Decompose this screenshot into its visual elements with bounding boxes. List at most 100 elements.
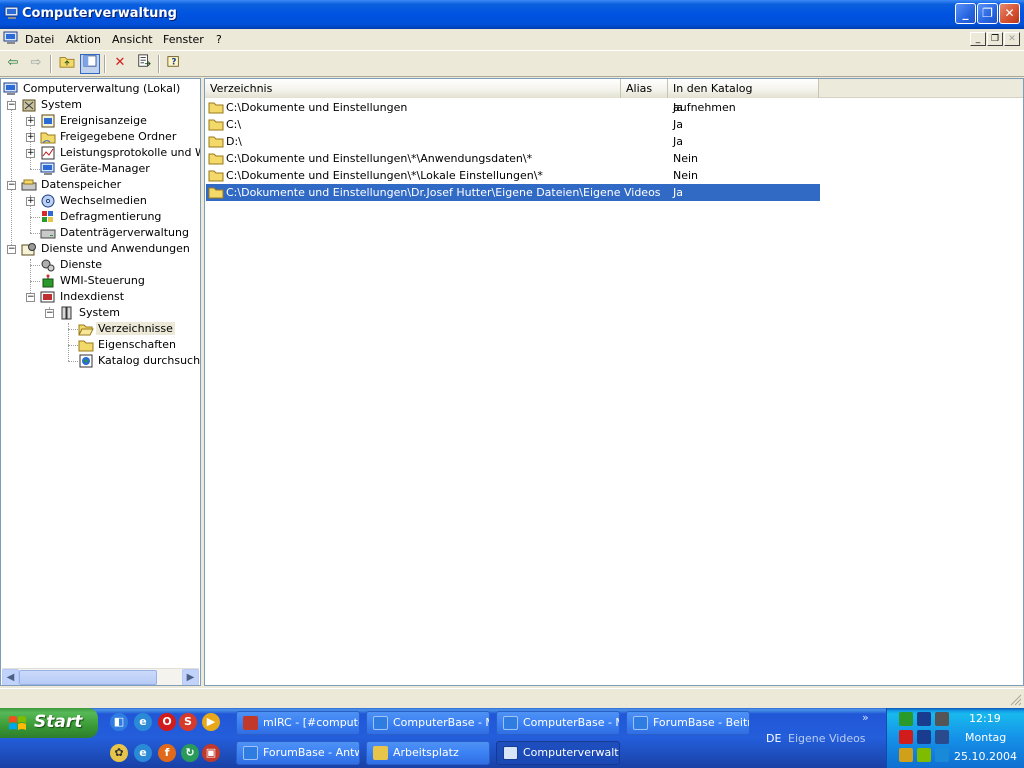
tree-label: Dienste — [60, 258, 103, 271]
clock-time[interactable]: 12:19 — [969, 712, 1001, 725]
chevron-right-icon[interactable]: » — [862, 711, 869, 724]
tree-item-wmi-steuerung[interactable]: WMI-Steuerung — [40, 273, 147, 289]
taskbar-button-computerbase-1[interactable]: ComputerBase - Microsoft Internet Explor… — [366, 711, 490, 735]
list-row[interactable]: C:\Dokumente und Einstellungen Ja — [206, 99, 820, 116]
tray-network-icon-2[interactable] — [917, 730, 931, 744]
mdi-minimize-button[interactable]: _ — [970, 32, 986, 46]
list-row[interactable]: C:\Dokumente und Einstellungen\*\Lokale … — [206, 167, 820, 184]
delete-icon[interactable]: ✕ — [110, 54, 130, 74]
tree-item-indexdienst[interactable]: Indexdienst — [40, 289, 126, 305]
tray-update-icon[interactable] — [899, 748, 913, 762]
minimize-button[interactable]: _ — [955, 3, 976, 24]
menu-help[interactable]: ? — [216, 33, 222, 46]
list-row[interactable]: C:\Dokumente und Einstellungen\Dr.Josef … — [206, 184, 820, 201]
start-button[interactable]: Start — [0, 708, 98, 738]
tree-item-datentraegerverwaltung[interactable]: Datenträgerverwaltung — [40, 225, 191, 241]
scroll-left-button[interactable]: ◀ — [2, 669, 19, 685]
expand-toggle[interactable]: + — [26, 149, 35, 158]
media-player-icon[interactable]: ▶ — [202, 713, 220, 731]
taskbar: Start ◧ e O S ▶ ✿ e f ↻ ▣ mIRC - [#compu… — [0, 708, 1024, 768]
tree-item-freigegebene-ordner[interactable]: Freigegebene Ordner — [40, 129, 178, 145]
firefox-icon[interactable]: f — [158, 744, 176, 762]
computer-management-icon — [4, 6, 19, 19]
tree-item-dienste[interactable]: Dienste — [40, 257, 104, 273]
tree-item-index-system[interactable]: System — [59, 305, 122, 321]
show-desktop-icon[interactable]: ◧ — [110, 713, 128, 731]
mdi-close-button[interactable]: ✕ — [1004, 32, 1020, 46]
tree-item-geraete-manager[interactable]: Geräte-Manager — [40, 161, 152, 177]
scroll-thumb[interactable] — [19, 670, 157, 685]
restore-button[interactable]: ❐ — [977, 3, 998, 24]
taskbar-button-forumbase-2[interactable]: ForumBase - Antworten — [236, 741, 360, 765]
folder-icon — [208, 153, 224, 165]
msn-icon[interactable]: ✿ — [110, 744, 128, 762]
tree-item-datenspeicher[interactable]: Datenspeicher — [21, 177, 123, 193]
console-tree[interactable]: Computerverwaltung (Lokal) − System + Er… — [0, 78, 201, 686]
cell-verzeichnis: C:\Dokumente und Einstellungen\*\Lokale … — [226, 169, 543, 182]
resize-grip-icon[interactable] — [1008, 692, 1022, 706]
forward-icon[interactable]: ⇨ — [26, 54, 46, 74]
list-row[interactable]: D:\ Ja — [206, 133, 820, 150]
taskbar-button-mirc[interactable]: mIRC - [#computerbase] — [236, 711, 360, 735]
ie-icon-2[interactable]: e — [134, 744, 152, 762]
up-folder-icon[interactable] — [57, 54, 77, 74]
tree-item-wechselmedien[interactable]: Wechselmedien — [40, 193, 149, 209]
refresh-icon[interactable]: ↻ — [181, 744, 199, 762]
taskbar-button-computerbase-2[interactable]: ComputerBase - Microsoft Internet Explor… — [496, 711, 620, 735]
collapse-toggle[interactable]: − — [7, 101, 16, 110]
tray-misc-icon[interactable] — [935, 748, 949, 762]
menu-aktion[interactable]: Aktion — [66, 33, 101, 46]
taskbar-button-forumbase-1[interactable]: ForumBase - Beiträge — [626, 711, 750, 735]
tray-network-icon[interactable] — [917, 712, 931, 726]
expand-toggle[interactable]: + — [26, 197, 35, 206]
tray-app-icon[interactable] — [899, 712, 913, 726]
internet-explorer-icon[interactable]: e — [134, 713, 152, 731]
mdi-restore-button[interactable]: ❐ — [987, 32, 1003, 46]
tray-antivirus-icon[interactable] — [899, 730, 913, 744]
export-list-icon[interactable] — [134, 54, 154, 74]
address-deskbar[interactable]: Eigene Videos — [788, 732, 866, 745]
list-row[interactable]: C:\ Ja — [206, 116, 820, 133]
list-row[interactable]: C:\Dokumente und Einstellungen\*\Anwendu… — [206, 150, 820, 167]
collapse-toggle[interactable]: − — [45, 309, 54, 318]
expand-toggle[interactable]: + — [26, 117, 35, 126]
language-indicator[interactable]: DE — [766, 732, 781, 745]
directory-list[interactable]: Verzeichnis Alias In den Katalog aufnehm… — [204, 78, 1024, 686]
tree-item-system[interactable]: System — [21, 97, 84, 113]
help-icon[interactable]: ? — [164, 54, 184, 74]
show-hide-tree-icon[interactable] — [80, 54, 100, 74]
scroll-right-button[interactable]: ▶ — [182, 669, 199, 685]
back-icon[interactable]: ⇦ — [3, 54, 23, 74]
tree-horizontal-scrollbar[interactable]: ◀ ▶ — [2, 668, 199, 685]
opera-icon[interactable]: O — [158, 713, 176, 731]
tree-item-ereignisanzeige[interactable]: Ereignisanzeige — [40, 113, 149, 129]
tree-item-dienste-und-anwendungen[interactable]: Dienste und Anwendungen — [21, 241, 192, 257]
column-header-verzeichnis[interactable]: Verzeichnis — [205, 79, 621, 98]
collapse-toggle[interactable]: − — [7, 245, 16, 254]
title-bar[interactable]: Computerverwaltung _ ❐ ✕ — [0, 0, 1024, 29]
tree-item-root[interactable]: Computerverwaltung (Lokal) — [3, 81, 182, 97]
mmc-icon[interactable] — [3, 31, 19, 46]
menu-datei[interactable]: Datei — [25, 33, 54, 46]
close-button[interactable]: ✕ — [999, 3, 1020, 24]
menu-fenster[interactable]: Fenster — [163, 33, 204, 46]
taskbar-button-computerverwaltung[interactable]: Computerverwaltung — [496, 741, 620, 765]
tree-item-eigenschaften[interactable]: Eigenschaften — [78, 337, 178, 353]
collapse-toggle[interactable]: − — [7, 181, 16, 190]
column-header-katalog[interactable]: In den Katalog aufnehmen — [668, 79, 819, 114]
mirc-icon[interactable]: ▣ — [202, 744, 220, 762]
tree-item-leistungsprotokolle[interactable]: Leistungsprotokolle und Warnungen — [40, 145, 200, 161]
taskbar-button-arbeitsplatz[interactable]: Arbeitsplatz — [366, 741, 490, 765]
menu-ansicht[interactable]: Ansicht — [112, 33, 153, 46]
column-header-alias[interactable]: Alias — [621, 79, 668, 98]
ie-task-icon — [633, 716, 648, 730]
collapse-toggle[interactable]: − — [26, 293, 35, 302]
tray-monitor-icon[interactable] — [935, 712, 949, 726]
skype-icon[interactable]: S — [179, 713, 197, 731]
tree-item-defragmentierung[interactable]: Defragmentierung — [40, 209, 163, 225]
expand-toggle[interactable]: + — [26, 133, 35, 142]
tree-item-verzeichnisse[interactable]: Verzeichnisse — [78, 321, 175, 337]
tree-item-katalog-durchsuchen[interactable]: Katalog durchsuchen — [78, 353, 200, 369]
tray-volume-icon[interactable] — [917, 748, 931, 762]
tray-network-icon-3[interactable] — [935, 730, 949, 744]
